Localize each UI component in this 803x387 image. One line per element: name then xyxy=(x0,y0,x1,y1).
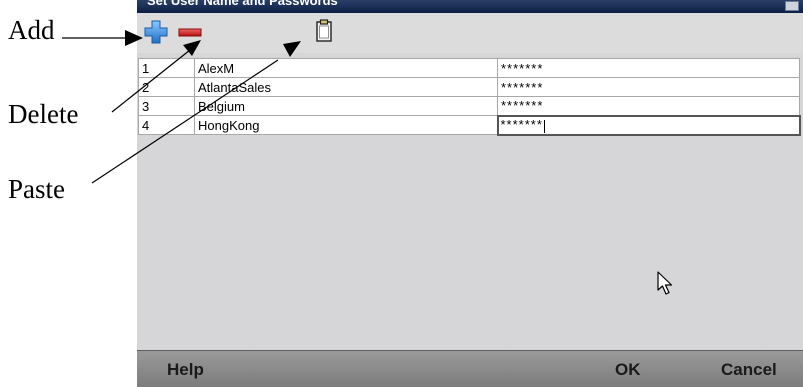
username-cell[interactable]: AtlantaSales xyxy=(194,77,498,97)
password-cell[interactable]: ******* xyxy=(497,77,800,97)
callout-add: Add xyxy=(8,15,55,45)
table-row[interactable]: 4 HongKong ******* xyxy=(138,114,801,136)
username-cell[interactable]: AlexM xyxy=(194,58,498,78)
row-index: 2 xyxy=(138,77,195,97)
table-row[interactable]: 3 Belgium ******* xyxy=(138,96,800,116)
table-row[interactable]: 2 AtlantaSales ******* xyxy=(138,77,800,97)
paste-button[interactable] xyxy=(309,17,339,47)
callout-delete: Delete xyxy=(8,99,79,129)
table-row[interactable]: 1 AlexM ******* xyxy=(138,58,800,78)
row-index: 4 xyxy=(138,115,195,135)
dialog-window: Set User Name and Passwords 1 AlexM ****… xyxy=(137,0,803,387)
plus-icon xyxy=(144,20,168,44)
password-input-value: ******* xyxy=(500,117,543,133)
username-cell[interactable]: HongKong xyxy=(194,115,498,135)
callout-paste: Paste xyxy=(8,174,65,204)
dialog-title: Set User Name and Passwords xyxy=(147,0,338,8)
cancel-button[interactable]: Cancel xyxy=(721,360,777,380)
add-button[interactable] xyxy=(141,17,171,47)
user-table-area: 1 AlexM ******* 2 AtlantaSales ******* 3… xyxy=(137,53,803,350)
help-button[interactable]: Help xyxy=(167,360,204,380)
row-index: 3 xyxy=(138,96,195,116)
password-cell[interactable]: ******* xyxy=(497,58,800,78)
ok-button[interactable]: OK xyxy=(615,360,641,380)
delete-button[interactable] xyxy=(175,17,205,47)
password-cell-editing[interactable]: ******* xyxy=(496,114,801,136)
text-caret xyxy=(543,119,545,133)
mouse-pointer-icon xyxy=(657,271,673,295)
toolbar xyxy=(137,13,803,53)
row-index: 1 xyxy=(138,58,195,78)
dialog-footer: Help OK Cancel xyxy=(137,350,803,387)
dialog-titlebar: Set User Name and Passwords xyxy=(137,0,803,13)
close-button[interactable] xyxy=(785,1,799,11)
username-cell[interactable]: Belgium xyxy=(194,96,498,116)
password-cell[interactable]: ******* xyxy=(497,96,800,116)
clipboard-icon xyxy=(316,19,332,42)
minus-icon xyxy=(178,28,202,37)
user-table: 1 AlexM ******* 2 AtlantaSales ******* 3… xyxy=(138,58,801,136)
